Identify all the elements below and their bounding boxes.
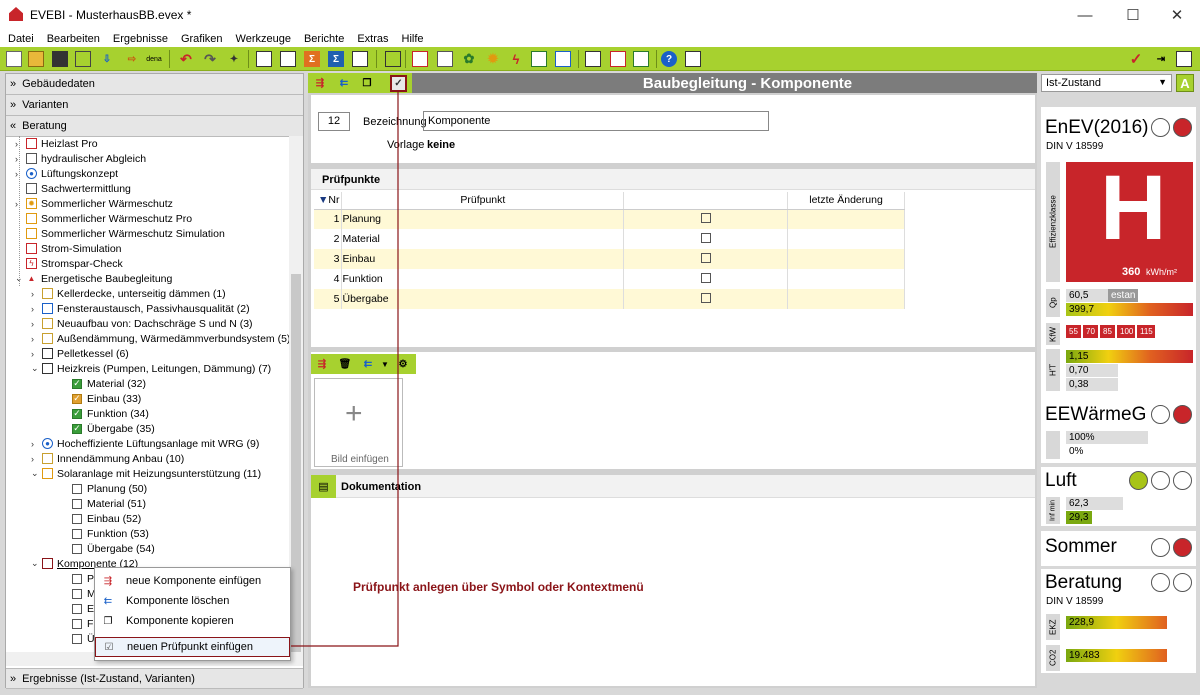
results-panel: Ist-Zustand ▼ A EnEV(2016) DIN V 18599 Ef… [1039,73,1200,688]
ht-bar: 1,15 [1066,350,1193,363]
kfw-70: 70 [1083,325,1098,338]
ht-reference: 0,70 [1066,364,1118,377]
eewaermeg-title: EEWärmeG [1045,404,1147,425]
sommer-title: Sommer [1045,536,1117,557]
luft-value-1: 62,3 [1066,497,1123,510]
kfw-label: KfW [1046,323,1060,345]
ekz-bar: 228,9 [1066,616,1167,629]
luft-box: Luft Inf min 62,3 29,3 [1041,467,1196,526]
qp-tag: estan [1108,289,1138,302]
beratung-title: Beratung [1045,572,1123,593]
status-light-green [1129,471,1148,490]
beratung-standard: DIN V 18599 [1046,596,1104,607]
eew-value-2: 0% [1066,445,1148,458]
energy-class-letter: H [1100,157,1167,259]
status-light-empty [1151,405,1170,424]
luft-label: Inf min [1046,497,1060,524]
kfw-100: 100 [1117,325,1135,338]
status-light-empty [1151,118,1170,137]
status-light-empty [1173,573,1192,592]
ht-limit: 0,38 [1066,378,1118,391]
auto-icon[interactable]: A [1176,74,1194,92]
annotation-text: Prüfpunkt anlegen über Symbol oder Konte… [353,580,644,594]
variant-select[interactable]: Ist-Zustand ▼ [1041,74,1172,92]
chevron-down-icon: ▼ [1158,77,1167,87]
qp-reference: 60,5 [1066,289,1108,302]
luft-title: Luft [1045,470,1077,491]
ekz-label: EKZ [1046,614,1060,640]
qp-bar: 399,7 [1066,303,1193,316]
enev-title: EnEV(2016) [1045,117,1149,138]
enev-box: EnEV(2016) DIN V 18599 Effizienzklasse H… [1041,107,1196,414]
beratung-box: Beratung DIN V 18599 EKZ 228,9 CO2 19.48… [1041,569,1196,673]
eew-label [1046,431,1060,459]
status-light-red [1173,538,1192,557]
energy-unit: kWh/m² [1146,267,1177,277]
qp-label: Qp [1046,289,1060,317]
effizienz-label: Effizienzklasse [1046,162,1060,282]
status-light-empty [1151,471,1170,490]
ht-label: H'T [1046,349,1060,391]
energy-value: 360 [1122,266,1141,278]
co2-bar: 19.483 [1066,649,1167,662]
eewaermeg-box: EEWärmeG 100% 0% [1041,401,1196,463]
eew-value-1: 100% [1066,431,1148,444]
status-light-red [1173,118,1192,137]
luft-value-2: 29,3 [1066,511,1092,524]
co2-label: CO2 [1046,645,1060,671]
kfw-85: 85 [1100,325,1115,338]
enev-standard: DIN V 18599 [1046,141,1104,152]
status-light-empty [1173,471,1192,490]
kfw-115: 115 [1137,325,1155,338]
status-light-empty [1151,573,1170,592]
kfw-55: 55 [1066,325,1081,338]
status-light-empty [1151,538,1170,557]
energy-class-badge: H 360 kWh/m² [1066,157,1193,282]
status-light-red [1173,405,1192,424]
sommer-box: Sommer [1041,531,1196,566]
